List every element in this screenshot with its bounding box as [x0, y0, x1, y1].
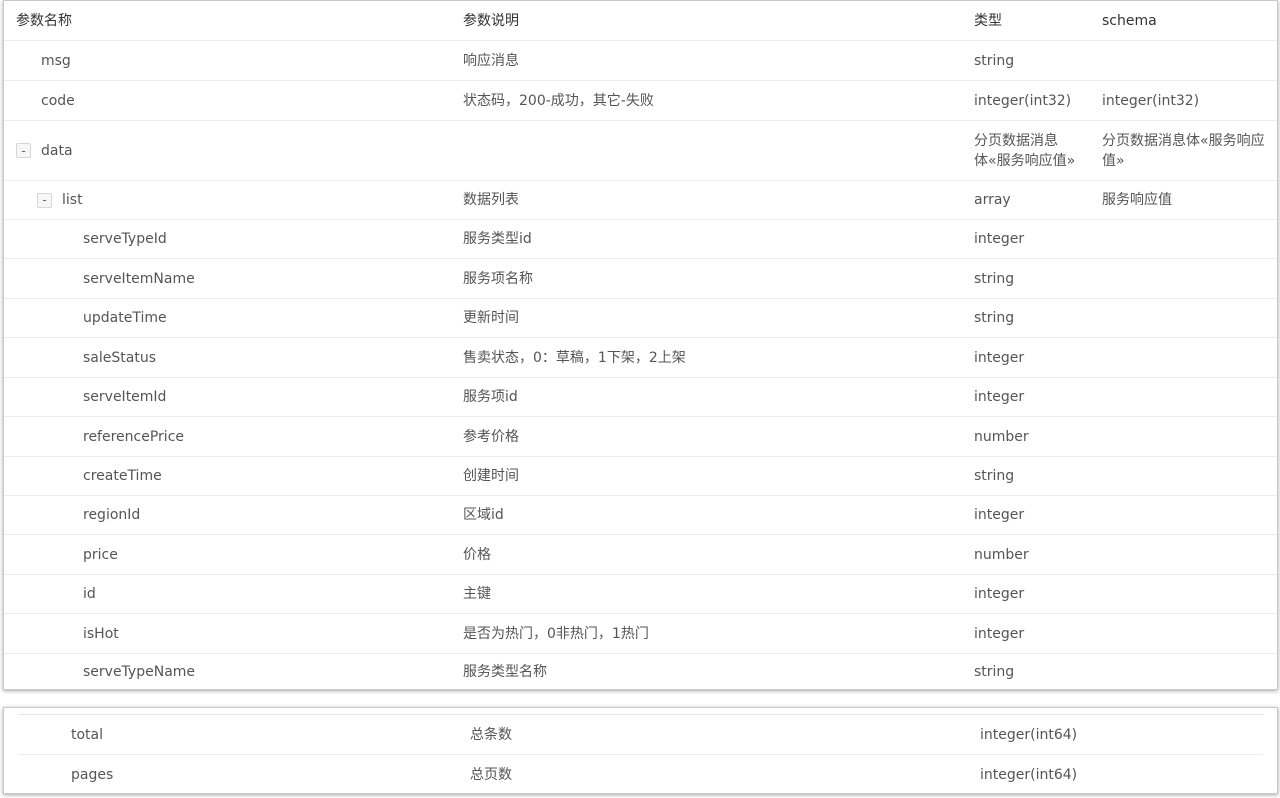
param-name: list — [62, 192, 83, 208]
param-name: saleStatus — [83, 349, 156, 366]
table-row: serveTypeName 服务类型名称 string — [4, 654, 1277, 689]
param-name: code — [41, 92, 75, 109]
param-desc: 服务类型id — [463, 231, 532, 247]
param-name: pages — [71, 767, 114, 783]
param-name-cell: - list — [37, 181, 83, 219]
param-type: number — [974, 546, 1029, 563]
param-type: integer — [974, 507, 1025, 523]
header-schema: schema — [1102, 12, 1157, 29]
param-schema: integer(int32) — [1102, 92, 1200, 109]
table-row: isHot 是否为热门，0非热门，1热门 integer — [4, 614, 1277, 654]
collapse-toggle[interactable]: - — [37, 192, 52, 208]
header-type: 类型 — [974, 12, 1002, 29]
param-name: serveItemName — [83, 270, 195, 287]
param-type: integer — [974, 625, 1025, 642]
param-schema: 服务响应值 — [1102, 192, 1172, 208]
param-name: referencePrice — [83, 428, 185, 445]
param-name: data — [41, 142, 73, 159]
param-name: isHot — [83, 625, 119, 642]
param-type: string — [974, 663, 1015, 680]
table-row: serveTypeId 服务类型id integer — [4, 220, 1277, 259]
param-type: integer — [974, 586, 1025, 602]
param-type: number — [974, 428, 1029, 445]
param-desc: 创建时间 — [463, 468, 519, 484]
param-type: integer — [974, 389, 1025, 405]
table-row-expandable: - list 数据列表 array 服务响应值 — [4, 181, 1277, 220]
table-row: serveItemName 服务项名称 string — [4, 259, 1277, 299]
param-schema: 分页数据消息体«服务响应值» — [1102, 132, 1265, 169]
table-row: referencePrice 参考价格 number — [4, 417, 1277, 457]
param-name: msg — [41, 52, 71, 69]
param-name: updateTime — [83, 310, 167, 326]
param-desc: 服务类型名称 — [463, 663, 547, 680]
param-desc: 总条数 — [470, 726, 512, 743]
collapse-toggle[interactable]: - — [16, 143, 31, 158]
param-type: integer(int64) — [980, 726, 1078, 743]
param-desc: 是否为热门，0非热门，1热门 — [463, 625, 649, 642]
table-row: serveItemId 服务项id integer — [4, 378, 1277, 417]
response-params-table-continued: total 总条数 integer(int64) pages 总页数 integ… — [3, 707, 1278, 794]
table-header-row: 参数名称 参数说明 类型 schema — [4, 1, 1277, 41]
table-row: code 状态码，200-成功，其它-失败 integer(int32) int… — [4, 81, 1277, 121]
param-desc: 更新时间 — [463, 310, 519, 326]
param-name: serveItemId — [83, 389, 167, 405]
param-desc: 主键 — [463, 586, 491, 602]
table-row: total 总条数 integer(int64) — [18, 715, 1263, 755]
param-desc: 总页数 — [470, 767, 512, 783]
param-desc: 参考价格 — [463, 428, 519, 445]
param-name-cell: - data — [16, 121, 73, 180]
param-desc: 价格 — [463, 546, 491, 563]
param-name: regionId — [83, 507, 141, 523]
param-name: total — [71, 726, 104, 743]
param-desc: 区域id — [463, 507, 504, 523]
header-param-desc: 参数说明 — [463, 12, 519, 29]
param-desc: 状态码，200-成功，其它-失败 — [463, 92, 654, 109]
table-row: regionId 区域id integer — [4, 496, 1277, 535]
table-row: id 主键 integer — [4, 575, 1277, 614]
table-row: msg 响应消息 string — [4, 41, 1277, 81]
param-desc: 售卖状态，0：草稿，1下架，2上架 — [463, 349, 686, 366]
param-name: createTime — [83, 468, 162, 484]
param-type: integer(int32) — [974, 92, 1072, 109]
param-name: id — [83, 586, 96, 602]
param-type: integer(int64) — [980, 767, 1078, 783]
table-row: updateTime 更新时间 string — [4, 299, 1277, 338]
header-param-name: 参数名称 — [16, 12, 72, 29]
param-name: serveTypeName — [83, 663, 196, 680]
table-row: price 价格 number — [4, 535, 1277, 575]
param-name: serveTypeId — [83, 231, 167, 247]
param-type: string — [974, 310, 1015, 326]
table-row: createTime 创建时间 string — [4, 457, 1277, 496]
param-desc: 响应消息 — [463, 52, 519, 69]
table-row: pages 总页数 integer(int64) — [18, 755, 1263, 793]
param-type: integer — [974, 349, 1025, 366]
param-desc: 服务项id — [463, 389, 518, 405]
table-row: saleStatus 售卖状态，0：草稿，1下架，2上架 integer — [4, 338, 1277, 378]
param-type: string — [974, 270, 1015, 287]
response-params-table: 参数名称 参数说明 类型 schema msg 响应消息 string code… — [3, 0, 1278, 690]
param-type: string — [974, 468, 1015, 484]
param-type: string — [974, 52, 1015, 69]
param-desc: 数据列表 — [463, 192, 519, 208]
param-type: 分页数据消息体«服务响应值» — [974, 132, 1076, 169]
table-row-expandable: - data 分页数据消息体«服务响应值» 分页数据消息体«服务响应值» — [4, 121, 1277, 181]
param-desc: 服务项名称 — [463, 270, 533, 287]
param-name: price — [83, 546, 118, 563]
param-type: integer — [974, 231, 1025, 247]
param-type: array — [974, 192, 1011, 208]
